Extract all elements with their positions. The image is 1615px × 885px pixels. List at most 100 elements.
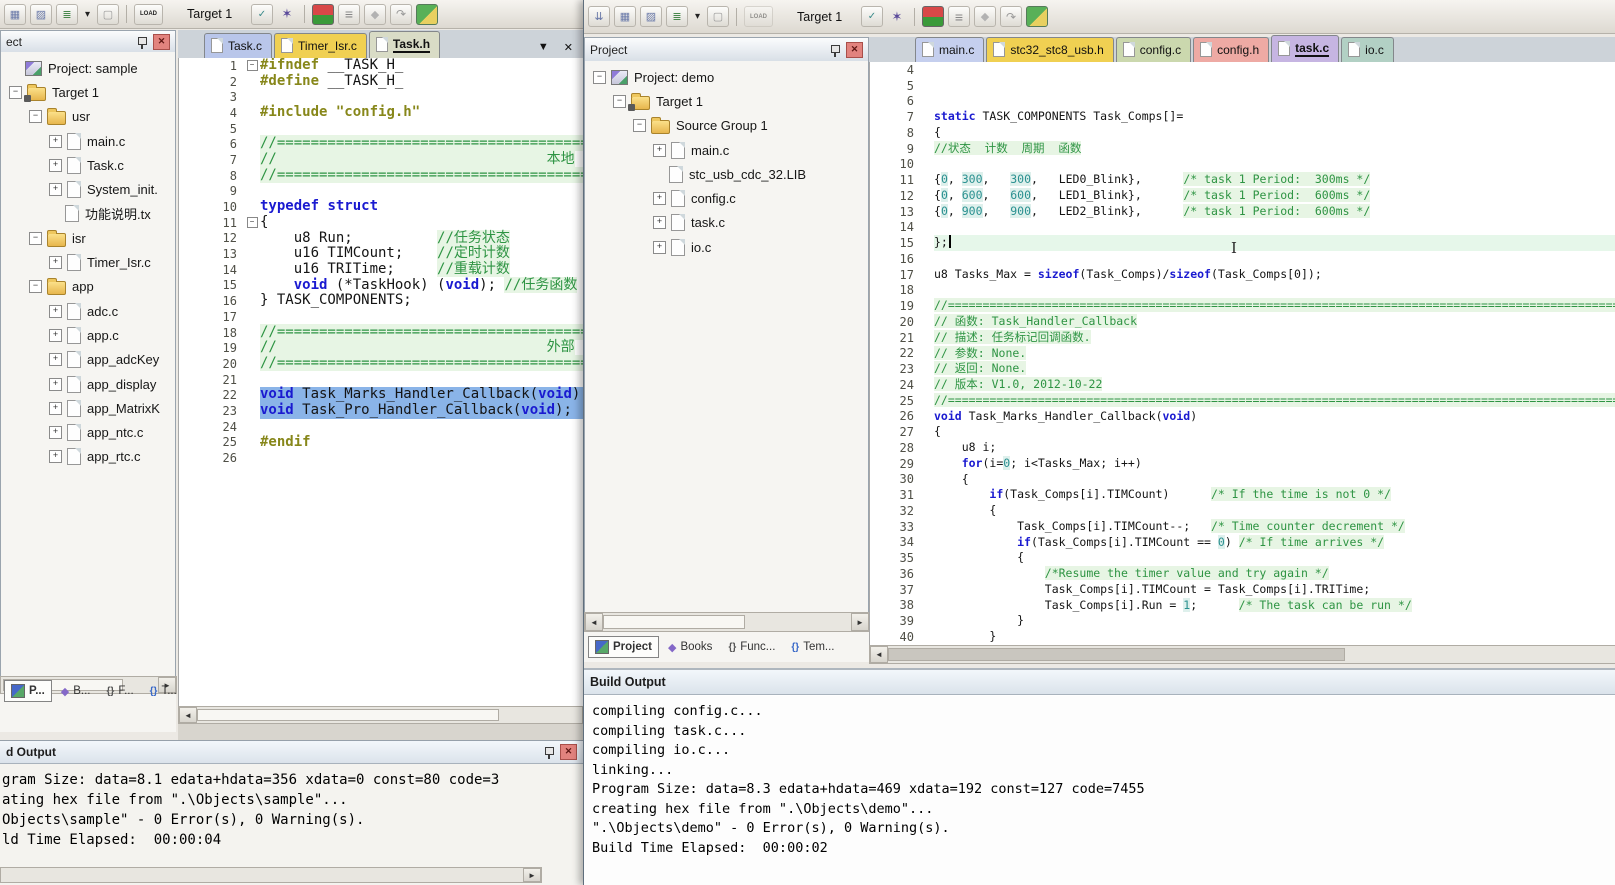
tree-item-task-c[interactable]: +task.c [585,211,868,235]
tree-item-timer-isr-c[interactable]: +Timer_Isr.c [1,250,175,274]
tab-stc32-stc8-usb-h[interactable]: stc32_stc8_usb.h [986,37,1113,62]
expander-expand-icon[interactable]: + [653,216,666,229]
right-editor-hscrollbar[interactable]: ◄ [869,645,1615,664]
load-icon[interactable] [134,4,163,25]
expander-collapse-icon[interactable]: − [29,110,42,123]
scrollbar-thumb[interactable] [603,615,745,629]
left-project-tree[interactable]: Project: sample−Target 1−usr+main.c+Task… [0,52,176,677]
expander-expand-icon[interactable]: + [49,402,62,415]
expander-collapse-icon[interactable]: − [593,71,606,84]
tab-timer-isr-c[interactable]: Timer_Isr.c [274,33,367,58]
right-project-tree[interactable]: −Project: demo−Target 1−Source Group 1+m… [584,61,869,617]
stack-icon[interactable] [948,6,970,27]
tree-item-app-ntc-c[interactable]: +app_ntc.c [1,420,175,444]
caret-down-icon[interactable] [692,7,703,26]
expander-expand-icon[interactable]: + [49,183,62,196]
fold-collapse-icon[interactable]: − [247,60,258,71]
panel-tab-func[interactable]: Func... [721,637,782,657]
stop-build-icon[interactable] [707,6,729,27]
tree-item-io-c[interactable]: +io.c [585,235,868,259]
scrollbar-thumb[interactable] [197,709,499,721]
tree-item-target-1[interactable]: −Target 1 [1,80,175,104]
tree-item-app-matrixk[interactable]: +app_MatrixK [1,396,175,420]
wand-icon[interactable] [887,7,907,26]
close-icon[interactable] [153,34,170,50]
tab-task-c[interactable]: task.c [1271,35,1339,62]
tree-item-usr[interactable]: −usr [1,105,175,129]
panel-tab-tem[interactable]: Tem... [784,637,841,657]
scroll-right-icon[interactable]: ► [851,613,869,631]
left-editor-hscrollbar[interactable]: ◄ [178,706,583,724]
tree-item-app-display[interactable]: +app_display [1,372,175,396]
stop-build-icon[interactable] [97,4,119,25]
tree-item-source-group-1[interactable]: −Source Group 1 [585,114,868,138]
scroll-left-icon[interactable]: ◄ [585,613,603,631]
scroll-right-icon[interactable]: ► [523,868,541,882]
scrollbar-thumb[interactable] [888,648,1345,661]
tree-item-tx[interactable]: 功能说明.tx [1,202,175,226]
tree-item-project-sample[interactable]: Project: sample [1,56,175,80]
left-code-editor[interactable]: 1−#ifndef __TASK_H_2#define __TASK_H_34#… [178,58,583,706]
batch-build-icon[interactable] [56,4,78,25]
expander-expand-icon[interactable]: + [49,450,62,463]
pin-icon[interactable] [544,746,554,759]
expander-expand-icon[interactable]: + [49,135,62,148]
tree-item-app-c[interactable]: +app.c [1,323,175,347]
build-icon[interactable] [4,4,26,25]
tab-list-dropdown-icon[interactable]: ▼ [538,41,549,54]
right-project-hscrollbar[interactable]: ◄ ► [584,612,870,632]
tab-task-c[interactable]: Task.c [204,33,272,58]
tree-item-config-c[interactable]: +config.c [585,186,868,210]
wand-icon[interactable] [277,5,297,24]
scroll-left-icon[interactable]: ◄ [870,646,888,663]
rebuild-icon[interactable] [640,6,662,27]
expander-expand-icon[interactable]: + [653,192,666,205]
expander-expand-icon[interactable]: + [49,353,62,366]
tree-item-adc-c[interactable]: +adc.c [1,299,175,323]
pin-icon[interactable] [830,44,840,57]
pin-icon[interactable] [137,36,147,49]
tree-item-main-c[interactable]: +main.c [585,138,868,162]
translate-icon[interactable] [588,6,610,27]
expander-expand-icon[interactable]: + [49,159,62,172]
expander-collapse-icon[interactable]: − [9,86,22,99]
close-document-icon[interactable]: ✕ [564,41,573,54]
pack-installer-icon[interactable] [416,4,438,25]
pack-installer-icon[interactable] [1026,6,1048,27]
tree-item-main-c[interactable]: +main.c [1,129,175,153]
tab-io-c[interactable]: io.c [1341,37,1394,62]
tab-task-h[interactable]: Task.h [369,31,440,58]
caret-down-icon[interactable] [82,5,93,24]
diamond-icon[interactable] [974,6,996,27]
tree-item-app-adckey[interactable]: +app_adcKey [1,348,175,372]
expander-expand-icon[interactable]: + [49,329,62,342]
stack-icon[interactable] [338,4,360,25]
expander-collapse-icon[interactable]: − [29,280,42,293]
undo-icon[interactable] [1000,6,1022,27]
expander-expand-icon[interactable]: + [49,305,62,318]
undo-icon[interactable] [390,4,412,25]
tree-item-stc-usb-cdc-32-lib[interactable]: stc_usb_cdc_32.LIB [585,162,868,186]
panel-tab-project[interactable]: Project [588,636,659,658]
build-icon[interactable] [614,6,636,27]
tree-item-project-demo[interactable]: −Project: demo [585,65,868,89]
close-icon[interactable] [846,42,863,58]
batch-build-icon[interactable] [666,6,688,27]
panel-tab-b[interactable]: B... [54,681,98,702]
expander-collapse-icon[interactable]: − [29,232,42,245]
target-dropdown-icon[interactable] [861,6,883,27]
tree-item-task-c[interactable]: +Task.c [1,153,175,177]
expander-expand-icon[interactable]: + [49,378,62,391]
panel-tab-f[interactable]: F... [100,681,141,701]
rebuild-icon[interactable] [30,4,52,25]
tree-item-app-rtc-c[interactable]: +app_rtc.c [1,445,175,469]
expander-expand-icon[interactable]: + [49,256,62,269]
tree-item-system-init[interactable]: +System_init. [1,177,175,201]
tab-config-h[interactable]: config.h [1193,37,1269,62]
fold-collapse-icon[interactable]: − [247,217,258,228]
debug-icon[interactable] [312,4,334,25]
panel-tab-books[interactable]: Books [661,637,719,658]
tab-config-c[interactable]: config.c [1116,37,1191,62]
expander-expand-icon[interactable]: + [49,426,62,439]
load-icon[interactable] [744,6,773,27]
